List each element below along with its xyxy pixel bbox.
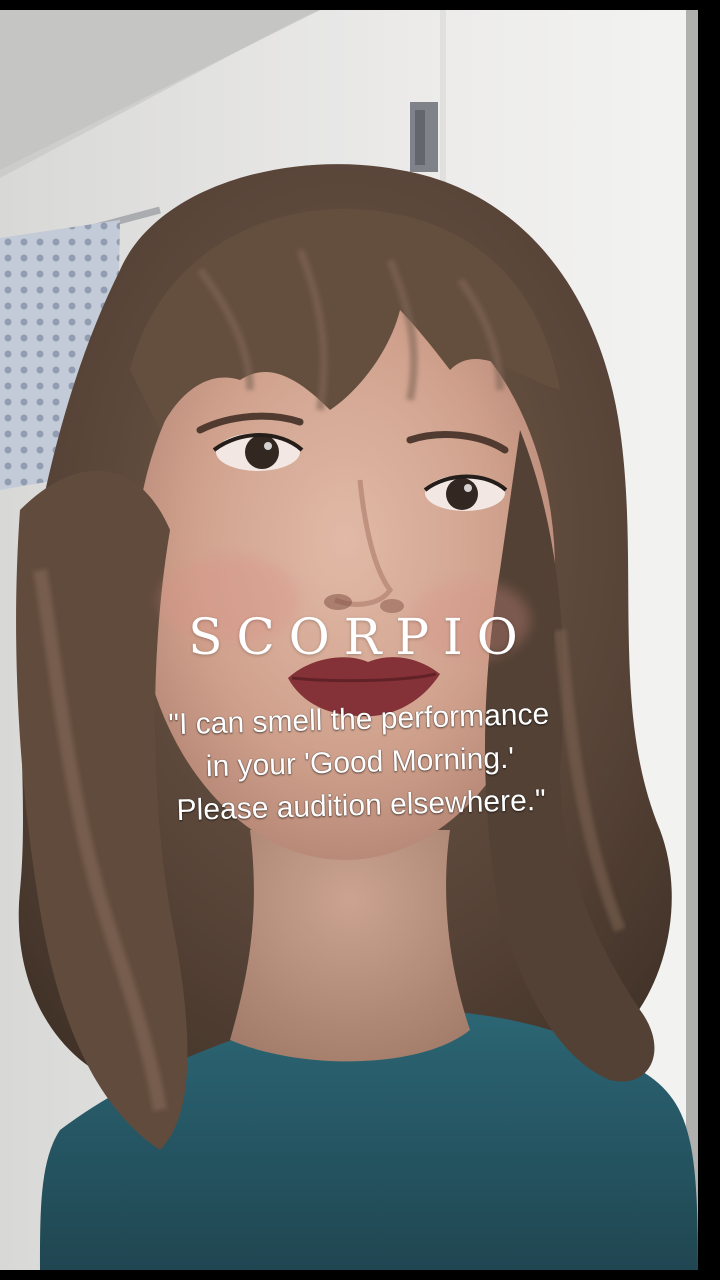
video-frame: SCORPIO "I can smell the performance in … <box>0 0 720 1280</box>
zodiac-title: SCORPIO <box>188 608 532 666</box>
quote-caption: "I can smell the performance in your 'Go… <box>108 691 611 834</box>
